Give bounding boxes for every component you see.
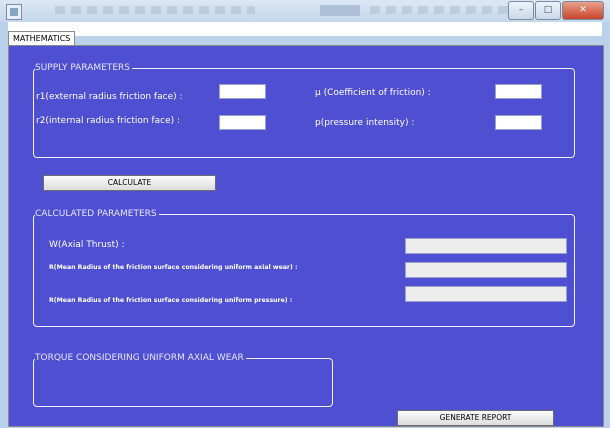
mu-label: µ (Coefficient of friction) : [315,88,431,98]
mean-radius-wear-output [405,262,567,278]
calculate-button[interactable]: CALCULATE [43,175,216,191]
torque-legend: TORQUE CONSIDERING UNIFORM AXIAL WEAR [35,352,246,364]
title-blur-block [320,5,360,16]
title-bar: – □ ✕ [0,0,610,22]
window-controls: – □ ✕ [507,1,604,20]
axial-thrust-output [405,238,567,254]
pressure-label: p(pressure intensity) : [315,118,415,128]
torque-group: TORQUE CONSIDERING UNIFORM AXIAL WEAR [33,352,333,407]
calculated-parameters-legend: CALCULATED PARAMETERS [35,208,159,220]
maximize-button[interactable]: □ [535,1,561,20]
mean-radius-pressure-output [405,286,567,302]
axial-thrust-label: W(Axial Thrust) : [49,240,125,250]
app-icon [6,4,22,20]
minimize-button[interactable]: – [508,1,534,20]
app-window: – □ ✕ MATHEMATICS SUPPLY PARAMETERS r1(e… [0,0,610,428]
pressure-input[interactable] [495,115,542,130]
main-panel: SUPPLY PARAMETERS r1(external radius fri… [8,45,604,427]
mean-radius-pressure-label: R(Mean Radius of the friction surface co… [49,297,293,304]
tab-strip [8,22,602,36]
generate-report-button[interactable]: GENERATE REPORT [397,410,554,426]
r2-label: r2(internal radius friction face) : [36,116,181,126]
title-text-blur-2 [370,6,520,14]
mu-input[interactable] [495,84,542,99]
supply-parameters-legend: SUPPLY PARAMETERS [35,62,132,74]
close-button[interactable]: ✕ [562,1,604,20]
r1-input[interactable] [219,84,266,99]
r1-label: r1(external radius friction face) : [36,92,183,102]
supply-parameters-group: SUPPLY PARAMETERS [33,62,575,158]
tab-mathematics[interactable]: MATHEMATICS [8,31,76,46]
mean-radius-wear-label: R(Mean Radius of the friction surface co… [49,264,298,271]
r2-input[interactable] [219,115,266,130]
title-text-blur [55,6,255,14]
